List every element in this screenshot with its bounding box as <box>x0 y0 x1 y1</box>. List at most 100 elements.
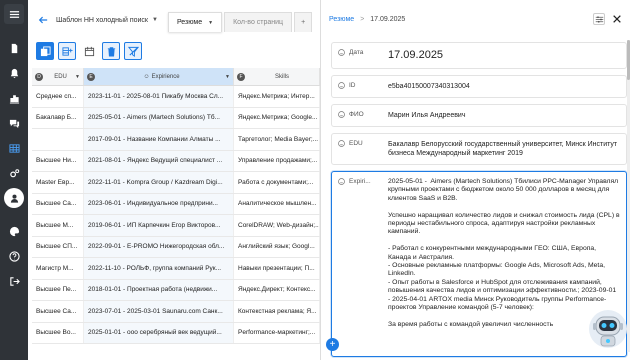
cell-skills[interactable]: CorelDRAW; Web-дизайн;... <box>234 215 320 236</box>
column-header-expirience[interactable]: E ☺ Expirience ▼ <box>84 68 234 85</box>
cell-skills[interactable]: Английский язык; Googl... <box>234 236 320 257</box>
table-row[interactable]: Высшее Са... 2023-07-01 - 2025-03-01 Saun… <box>32 301 320 323</box>
cell-expirience[interactable]: 2023-07-01 - 2025-03-01 Saunaru.com Санк… <box>84 301 234 322</box>
panel-scrollbar-thumb[interactable] <box>627 40 630 80</box>
table-row[interactable]: Магистр М... 2022-11-10 - РОЛЬФ, группа к… <box>32 258 320 280</box>
cell-edu[interactable]: Высшее Са... <box>32 301 84 322</box>
table-row[interactable]: 2017-09-01 - Название Компании Алматы ..… <box>32 129 320 151</box>
cell-skills[interactable]: Яндекс.Метрика; Google... <box>234 107 320 128</box>
cell-edu[interactable]: Master Евр... <box>32 172 84 193</box>
cell-expirience[interactable]: 2017-09-01 - Название Компании Алматы ..… <box>84 129 234 150</box>
chat-icon[interactable] <box>4 113 24 133</box>
cell-expirience[interactable]: 2022-11-01 - Kompra Group / Kazdream Dig… <box>84 172 234 193</box>
cell-skills[interactable]: Performance-маркетинг;... <box>234 322 320 343</box>
cell-skills[interactable]: Аналитическое мышлен... <box>234 193 320 214</box>
column-letter-badge: F <box>237 72 245 81</box>
tab-page-count[interactable]: Кол-во страниц <box>224 12 293 32</box>
table-row[interactable]: Высшее М... 2019-06-01 - ИП Карпечкин Его… <box>32 215 320 237</box>
cell-edu[interactable]: Бакалавр Б... <box>32 107 84 128</box>
breadcrumb-current: 17.09.2025 <box>370 15 406 23</box>
cell-expirience[interactable]: 2025-05-01 - Aimers (Martech Solutions) … <box>84 107 234 128</box>
menu-icon[interactable] <box>4 4 24 24</box>
clear-filter-button[interactable] <box>124 42 142 60</box>
cell-edu[interactable]: Среднее сп... <box>32 86 84 107</box>
plus-icon: + <box>329 339 336 350</box>
sheet-title[interactable]: Шаблон НН холодный поиск <box>56 17 148 24</box>
table-row[interactable]: Бакалавр Б... 2025-05-01 - Aimers (Martec… <box>32 107 320 129</box>
settings-icon[interactable] <box>4 163 24 183</box>
document-icon[interactable] <box>4 38 24 58</box>
field-label: Дата <box>338 49 388 62</box>
field-id[interactable]: ID e5ba40150007340313004 <box>331 75 627 98</box>
record-fields: Дата 17.09.2025 ID e5ba40150007340313004… <box>331 42 627 360</box>
column-letter-badge: E <box>87 72 95 81</box>
cell-expirience[interactable]: 2022-09-01 - E-PROMO Нижегородская обл..… <box>84 236 234 257</box>
cell-expirience[interactable]: 2023-06-01 - Индивидуальное предприни... <box>84 193 234 214</box>
add-column-icon <box>61 46 73 56</box>
cell-edu[interactable] <box>32 129 84 150</box>
field-fio[interactable]: ФИО Марин Илья Андреевич <box>331 104 627 127</box>
cell-skills[interactable]: Работа с документами;... <box>234 172 320 193</box>
table-row[interactable]: Высшее СП... 2022-09-01 - E-PROMO Нижегор… <box>32 236 320 258</box>
field-date[interactable]: Дата 17.09.2025 <box>331 42 627 69</box>
title-dropdown-icon[interactable]: ▼ <box>152 17 158 23</box>
table-row[interactable]: Высшее Ни... 2021-08-01 - Яндекс Ведущий … <box>32 150 320 172</box>
add-field-button[interactable]: + <box>326 338 339 351</box>
cell-skills[interactable]: Яндекс.Метрика; Интер... <box>234 86 320 107</box>
cell-skills[interactable]: Навыки презентации; П... <box>234 258 320 279</box>
cell-edu[interactable]: Высшее Пе... <box>32 279 84 300</box>
copy-button[interactable] <box>36 42 54 60</box>
tab-resume[interactable]: Резюме ▼ <box>167 12 223 32</box>
chart-icon[interactable] <box>4 88 24 108</box>
field-label: ID <box>338 82 388 91</box>
add-column-button[interactable] <box>58 42 76 60</box>
field-value: Марин Илья Андреевич <box>388 112 466 119</box>
cell-expirience[interactable]: 2019-06-01 - ИП Карпечкин Егор Викторов.… <box>84 215 234 236</box>
delete-button[interactable] <box>102 42 120 60</box>
calendar-button[interactable] <box>80 42 98 60</box>
table-row[interactable]: Высшее Са... 2023-06-01 - Индивидуальное … <box>32 193 320 215</box>
table-row[interactable]: Высшее Пе... 2018-01-01 - Проектная работ… <box>32 279 320 301</box>
field-edu[interactable]: EDU Бакалавр Белорусский государственный… <box>331 133 627 165</box>
field-value[interactable]: 2025-05-01 - Aimers (Martech Solutions) … <box>388 178 620 350</box>
panel-settings-button[interactable] <box>593 13 605 25</box>
back-arrow-icon[interactable] <box>36 13 50 27</box>
cell-expirience[interactable]: 2023-11-01 - 2025-08-01 Пикабу Москва Сл… <box>84 86 234 107</box>
help-icon[interactable] <box>4 246 24 266</box>
robot-icon: ☺ <box>143 73 150 80</box>
bell-icon[interactable] <box>4 63 24 83</box>
cell-edu[interactable]: Высшее Са... <box>32 193 84 214</box>
field-experience[interactable]: Expiri... 2025-05-01 - Aimers (Martech S… <box>331 171 627 357</box>
assistant-robot-avatar[interactable] <box>588 305 628 351</box>
cell-expirience[interactable]: 2022-11-10 - РОЛЬФ, группа компаний Рук.… <box>84 258 234 279</box>
logout-icon[interactable] <box>4 271 24 291</box>
cell-edu[interactable]: Высшее Во... <box>32 322 84 343</box>
cell-edu[interactable]: Высшее Ни... <box>32 150 84 171</box>
close-button[interactable] <box>611 13 623 25</box>
add-tab-button[interactable]: + <box>294 12 313 32</box>
breadcrumb-link[interactable]: Резюме <box>329 16 354 23</box>
palette-icon[interactable] <box>4 221 24 241</box>
table-row[interactable]: Среднее сп... 2023-11-01 - 2025-08-01 Пик… <box>32 86 320 108</box>
cell-edu[interactable]: Высшее СП... <box>32 236 84 257</box>
cell-expirience[interactable]: 2018-01-01 - Проектная работа (недвижи..… <box>84 279 234 300</box>
cell-edu[interactable]: Магистр М... <box>32 258 84 279</box>
cell-skills[interactable]: Яндекс.Директ; Контекс... <box>234 279 320 300</box>
user-icon[interactable] <box>4 188 24 208</box>
cell-expirience[interactable]: 2021-08-01 - Яндекс Ведущий специалист .… <box>84 150 234 171</box>
tab-dropdown-icon[interactable]: ▼ <box>208 20 213 26</box>
column-header-edu[interactable]: D EDU ▼ <box>32 68 84 85</box>
column-label-wrap: ☺ Expirience <box>98 74 225 80</box>
cell-skills[interactable]: Таргетолог; Media Bayer;... <box>234 129 320 150</box>
delete-icon <box>107 46 115 56</box>
column-dropdown-icon[interactable]: ▼ <box>225 74 230 80</box>
table-icon[interactable] <box>4 138 24 158</box>
cell-expirience[interactable]: 2025-01-01 - ооо серебряный век ведущий.… <box>84 322 234 343</box>
cell-edu[interactable]: Высшее М... <box>32 215 84 236</box>
column-header-skills[interactable]: F Skills <box>234 68 320 85</box>
table-row[interactable]: Высшее Во... 2025-01-01 - ооо серебряный … <box>32 322 320 344</box>
cell-skills[interactable]: Управление продажами;... <box>234 150 320 171</box>
column-dropdown-icon[interactable]: ▼ <box>75 74 80 80</box>
table-row[interactable]: Master Евр... 2022-11-01 - Kompra Group /… <box>32 172 320 194</box>
cell-skills[interactable]: Контекстная реклама; Я... <box>234 301 320 322</box>
